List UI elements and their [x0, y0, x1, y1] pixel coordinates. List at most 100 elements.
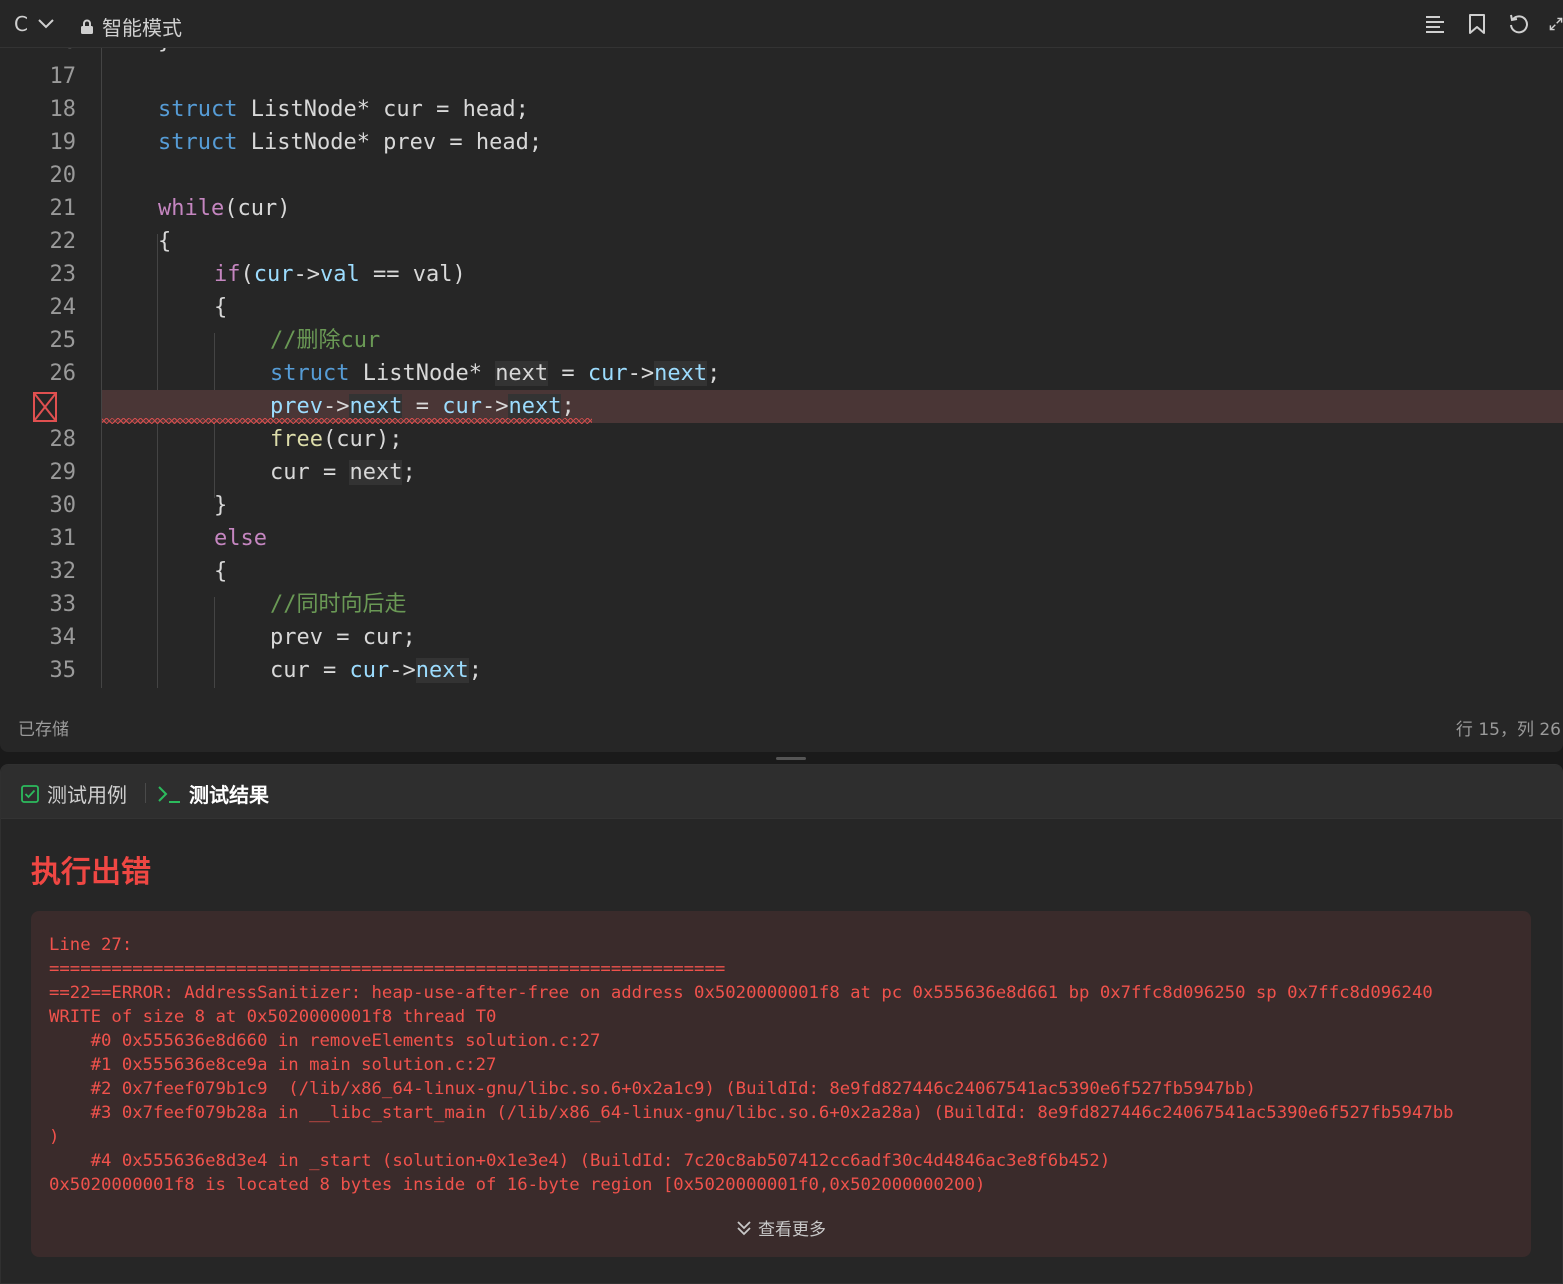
error-output-text: Line 27: ================================…	[49, 933, 1517, 1197]
code-text: {	[214, 295, 228, 320]
tab-testcase[interactable]: 测试用例	[21, 779, 127, 808]
line-number: 30	[49, 493, 77, 518]
error-output-line: #4 0x555636e8d3e4 in _start (solution+0x…	[49, 1151, 1111, 1171]
lock-icon	[81, 19, 93, 34]
code-text: }	[214, 493, 228, 518]
show-more-label: 查看更多	[758, 1220, 826, 1240]
code-line: 19 struct ListNode* prev = head;	[0, 126, 1563, 159]
double-chevron-down-icon	[737, 1220, 751, 1235]
code-text: {	[158, 229, 172, 254]
editor-toolbar: C 智能模式	[0, 0, 1563, 48]
token-variable: cur	[349, 658, 390, 683]
code-text: else	[214, 526, 267, 551]
result-panel: 测试用例 测试结果 执行出错 Line 27: =================…	[0, 764, 1563, 1284]
token-keyword: if	[214, 262, 241, 287]
token-variable: cur	[587, 361, 628, 386]
line-number: 22	[49, 229, 77, 254]
line-number: 16	[0, 48, 77, 58]
checkbox-icon	[21, 784, 39, 803]
line-number: 21	[49, 196, 77, 221]
error-squiggle	[102, 418, 592, 424]
token-variable: next	[508, 394, 562, 419]
code-text: struct ListNode* prev = head;	[158, 130, 543, 155]
code-line: 34 prev = cur;	[0, 621, 1563, 654]
line-number: 32	[49, 559, 77, 584]
error-output-line: #3 0x7feef079b28a in __libc_start_main (…	[49, 1103, 1454, 1123]
line-number: 35	[49, 658, 77, 683]
language-label: C	[14, 12, 28, 36]
line-number: 33	[49, 592, 77, 617]
line-number: 31	[49, 526, 77, 551]
code-line: 31 else	[0, 522, 1563, 555]
code-line: 30 }	[0, 489, 1563, 522]
line-number: 29	[49, 460, 77, 485]
error-output-line: Line 27:	[49, 935, 133, 955]
error-output-box: Line 27: ================================…	[31, 911, 1531, 1257]
code-text: cur = cur->next;	[270, 658, 482, 683]
bookmark-icon[interactable]	[1465, 10, 1489, 38]
code-line: 25 //删除cur	[0, 324, 1563, 357]
code-editor-panel: C 智能模式 17 18 struct ListNode* cur = head…	[0, 0, 1563, 752]
line-number: 17	[49, 64, 77, 89]
save-status: 已存储	[18, 720, 69, 740]
code-area[interactable]: 16 } 17 18 struct ListNode* cur = head; …	[0, 48, 1563, 688]
code-text: }	[158, 48, 171, 58]
line-number: 19	[49, 130, 77, 155]
terminal-icon	[158, 785, 180, 803]
error-output-line: ========================================…	[49, 959, 726, 979]
line-number: 24	[49, 295, 77, 320]
code-text: cur = next;	[270, 460, 416, 485]
error-output-line: #2 0x7feef079b1c9 (/lib/x86_64-linux-gnu…	[49, 1079, 1256, 1099]
show-more-button[interactable]: 查看更多	[31, 1215, 1531, 1240]
code-line: 35 cur = cur->next;	[0, 654, 1563, 687]
tab-result-label: 测试结果	[189, 783, 269, 807]
code-line: 21 while(cur)	[0, 192, 1563, 225]
reset-icon[interactable]	[1507, 10, 1531, 38]
token-keyword: struct	[158, 97, 238, 122]
expand-icon[interactable]	[1549, 10, 1563, 38]
token-variable: val	[320, 262, 360, 287]
line-number: 20	[49, 163, 77, 188]
error-output-line: #0 0x555636e8d660 in removeElements solu…	[49, 1031, 601, 1051]
code-line: 18 struct ListNode* cur = head;	[0, 93, 1563, 126]
line-number: 34	[49, 625, 77, 650]
line-number: 28	[49, 427, 77, 452]
code-line: 22 {	[0, 225, 1563, 258]
language-select[interactable]: C	[14, 12, 54, 36]
code-line: 28 free(cur);	[0, 423, 1563, 456]
code-line: 16 }	[0, 48, 1563, 58]
code-text: struct ListNode* next = cur->next;	[270, 361, 721, 386]
error-output-line: 0x5020000001f8 is located 8 bytes inside…	[49, 1175, 986, 1195]
code-line: 29 cur = next;	[0, 456, 1563, 489]
token-keyword: struct	[158, 130, 238, 155]
format-icon[interactable]	[1423, 10, 1447, 38]
token-variable: next	[349, 394, 403, 419]
token-keyword: struct	[270, 361, 350, 386]
code-text: while(cur)	[158, 196, 291, 221]
error-output-line: )	[49, 1127, 60, 1147]
panel-resize-handle[interactable]	[776, 757, 806, 760]
tab-divider	[145, 783, 146, 803]
token-variable: next	[415, 658, 469, 683]
code-line: 26 struct ListNode* next = cur->next;	[0, 357, 1563, 390]
error-output-line: WRITE of size 8 at 0x5020000001f8 thread…	[49, 1007, 497, 1027]
code-line: 23 if(cur->val == val)	[0, 258, 1563, 291]
code-line: 17	[0, 60, 1563, 93]
line-number: 23	[49, 262, 77, 287]
code-text: if(cur->val == val)	[214, 262, 466, 287]
error-output-line: ==22==ERROR: AddressSanitizer: heap-use-…	[49, 983, 1433, 1003]
code-line: 24 {	[0, 291, 1563, 324]
code-line: 20	[0, 159, 1563, 192]
code-comment: //删除cur	[270, 328, 381, 353]
status-bar: 已存储 行 15，列 26	[0, 708, 1563, 744]
cursor-position: 行 15，列 26	[1455, 720, 1561, 740]
result-status-title: 执行出错	[31, 855, 151, 890]
tab-result[interactable]: 测试结果	[157, 779, 269, 808]
smart-mode[interactable]: 智能模式	[80, 12, 182, 41]
token-variable: cur	[253, 262, 294, 287]
error-marker-icon[interactable]	[33, 392, 57, 422]
result-tabs: 测试用例 测试结果	[1, 765, 1562, 819]
token-highlight: next	[495, 361, 549, 386]
code-text: free(cur);	[270, 427, 403, 452]
code-line: 32 {	[0, 555, 1563, 588]
